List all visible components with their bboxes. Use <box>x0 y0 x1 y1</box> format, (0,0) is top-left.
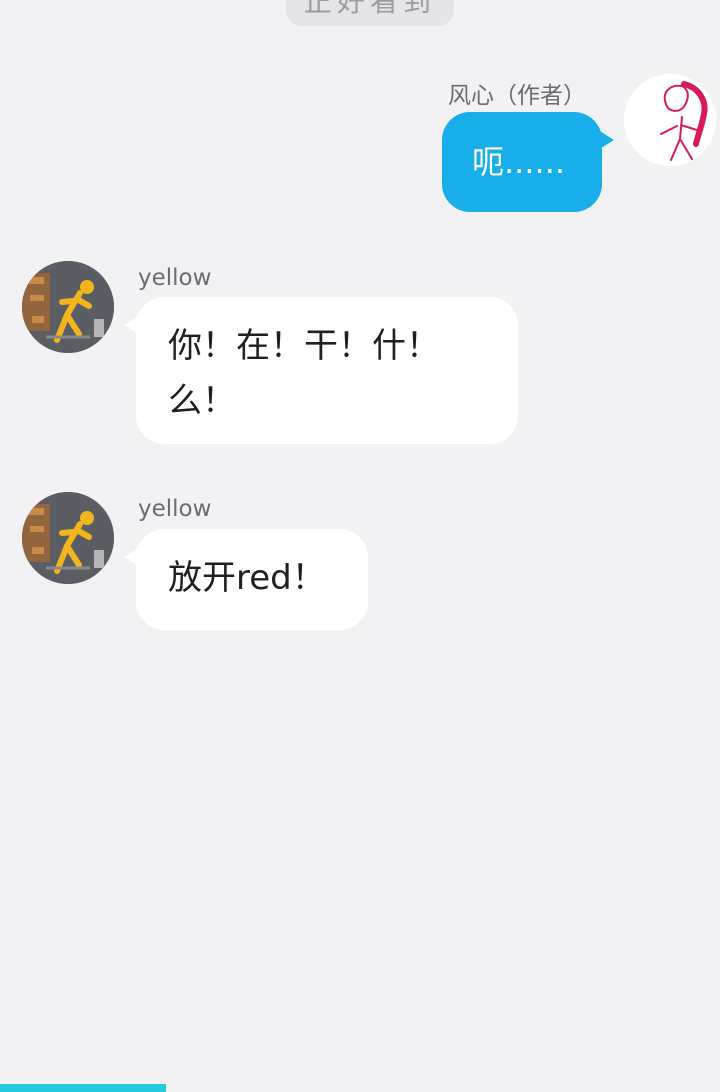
sender-name: yellow <box>138 265 212 291</box>
sender-name: 风心（作者） <box>448 83 586 109</box>
avatar[interactable] <box>22 261 114 353</box>
progress-bar <box>0 1084 166 1092</box>
avatar[interactable] <box>624 74 716 166</box>
avatar[interactable] <box>22 492 114 584</box>
bubble-tail <box>124 315 140 335</box>
sender-name: yellow <box>138 496 212 522</box>
yellow-stickman-icon <box>22 492 114 584</box>
yellow-stickman-icon <box>22 261 114 353</box>
bubble-text: 放开red！ <box>168 558 326 598</box>
bubble-tail <box>598 130 614 150</box>
red-stickman-icon <box>624 74 716 166</box>
chat-bubble: 放开red！ <box>124 529 368 630</box>
top-pill: 正好看到 <box>286 0 454 26</box>
bubble-tail <box>124 547 140 567</box>
bubble-text-line: 你！在！干！什！ <box>168 326 440 366</box>
bubble-text: 呃...... <box>472 143 566 181</box>
chat-bubble: 你！在！干！什！ 么！ <box>124 297 518 444</box>
bubble-text-line: 么！ <box>168 381 236 421</box>
chat-bubble: 呃...... <box>442 112 614 212</box>
